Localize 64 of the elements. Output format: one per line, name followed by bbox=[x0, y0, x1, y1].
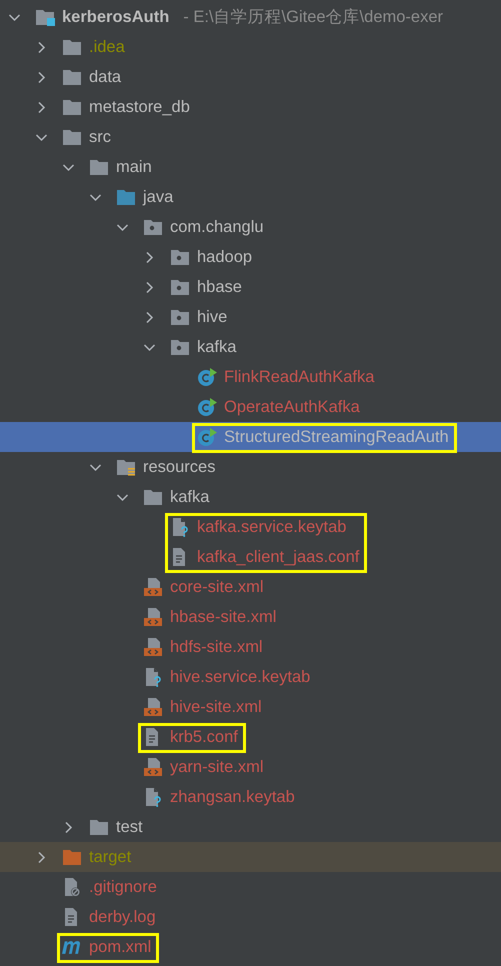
folder-icon bbox=[62, 37, 82, 57]
selected-row[interactable]: StructuredStreamingReadAuth bbox=[0, 422, 501, 452]
tree-item-label[interactable]: yarn-site.xml bbox=[170, 757, 264, 777]
tree-item-label[interactable]: target bbox=[89, 847, 132, 867]
project-path: - E:\自学历程\Gitee仓库\demo-exer bbox=[183, 7, 444, 27]
unknown-file-icon bbox=[143, 667, 163, 687]
tree-item-label[interactable]: pom.xml bbox=[89, 937, 152, 957]
folder-icon bbox=[89, 817, 109, 837]
module-folder-icon bbox=[35, 7, 55, 27]
tree-item-label[interactable]: OperateAuthKafka bbox=[224, 397, 360, 417]
tree-item-label[interactable]: hive-site.xml bbox=[170, 697, 262, 717]
tree-item-label[interactable]: metastore_db bbox=[89, 97, 190, 117]
tree-item-label[interactable]: hbase-site.xml bbox=[170, 607, 276, 627]
xml-file-icon bbox=[143, 607, 163, 627]
tree-item-label[interactable]: hive.service.keytab bbox=[170, 667, 310, 687]
tree-item-label[interactable]: hdfs-site.xml bbox=[170, 637, 263, 657]
tree-item-label[interactable]: src bbox=[89, 127, 111, 147]
folder-icon bbox=[89, 157, 109, 177]
tree-item-label[interactable]: test bbox=[116, 817, 143, 837]
tree-item-label[interactable]: hbase bbox=[197, 277, 242, 297]
maven-file-icon bbox=[62, 940, 82, 954]
tree-item-label[interactable]: zhangsan.keytab bbox=[170, 787, 295, 807]
xml-file-icon bbox=[143, 757, 163, 777]
class-icon bbox=[197, 367, 217, 387]
tree-item-label[interactable]: FlinkReadAuthKafka bbox=[224, 367, 374, 387]
tree-item-label[interactable]: .idea bbox=[89, 37, 125, 57]
tree-item-label[interactable]: hadoop bbox=[197, 247, 252, 267]
xml-file-icon bbox=[143, 637, 163, 657]
tree-item-label[interactable]: data bbox=[89, 67, 122, 87]
folder-icon bbox=[62, 67, 82, 87]
package-folder-icon bbox=[170, 307, 190, 327]
tree-item-label[interactable]: hive bbox=[197, 307, 228, 327]
tree-item-label[interactable]: kafka bbox=[197, 337, 236, 357]
xml-file-icon bbox=[143, 697, 163, 717]
unknown-file-icon bbox=[170, 517, 190, 537]
folder-icon bbox=[116, 187, 136, 207]
tree-item-label[interactable]: kerberosAuth bbox=[62, 7, 170, 27]
class-icon bbox=[197, 397, 217, 417]
tree-item-label[interactable]: main bbox=[116, 157, 152, 177]
tree-item-label[interactable]: core-site.xml bbox=[170, 577, 264, 597]
tree-item-label[interactable]: resources bbox=[143, 457, 216, 477]
tree-item-label[interactable]: java bbox=[143, 187, 174, 207]
xml-file-icon bbox=[143, 577, 163, 597]
tree-item-label[interactable]: StructuredStreamingReadAuth bbox=[224, 427, 449, 447]
unknown-file-icon bbox=[143, 787, 163, 807]
excluded-row[interactable]: target bbox=[0, 842, 501, 872]
tree-item-label[interactable]: kafka_client_jaas.conf bbox=[197, 547, 360, 567]
package-folder-icon bbox=[143, 217, 163, 237]
tree-item-label[interactable]: kafka.service.keytab bbox=[197, 517, 346, 537]
tree-item-label[interactable]: com.changlu bbox=[170, 217, 264, 237]
tree-item-label[interactable]: kafka bbox=[170, 487, 210, 507]
tree-item-label[interactable]: .gitignore bbox=[89, 877, 157, 897]
package-folder-icon bbox=[170, 277, 190, 297]
tree-item-label[interactable]: krb5.conf bbox=[170, 727, 238, 747]
ignored-file-icon bbox=[62, 877, 82, 897]
class-icon bbox=[197, 427, 217, 447]
package-folder-icon bbox=[170, 247, 190, 267]
package-folder-icon bbox=[170, 337, 190, 357]
folder-icon bbox=[62, 847, 82, 867]
folder-icon bbox=[62, 97, 82, 117]
folder-icon bbox=[143, 487, 163, 507]
tree-item-label[interactable]: derby.log bbox=[89, 907, 156, 927]
folder-icon bbox=[62, 127, 82, 147]
resource-folder-icon bbox=[116, 457, 136, 477]
